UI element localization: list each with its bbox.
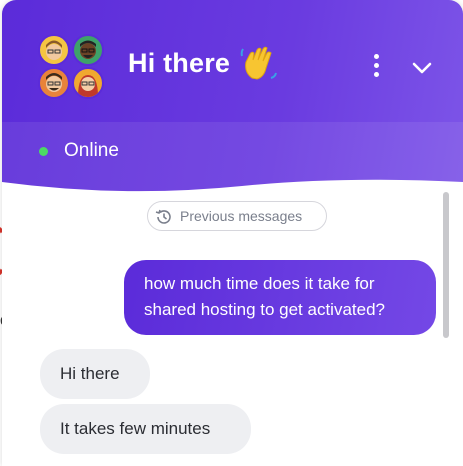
more-vertical-icon — [373, 54, 379, 59]
chat-widget: Hi there Online Previous messages how mu… — [2, 0, 463, 466]
online-status-dot — [39, 147, 48, 156]
previous-messages-label: Previous messages — [180, 208, 303, 224]
avatar — [72, 67, 104, 99]
chat-scrollbar[interactable] — [443, 192, 449, 338]
agent-message-bubble: It takes few minutes — [40, 404, 251, 454]
agent-message-bubble: Hi there — [40, 349, 150, 399]
history-icon — [155, 209, 171, 224]
previous-messages-button[interactable]: Previous messages — [147, 201, 327, 231]
online-status-label: Online — [64, 140, 119, 161]
more-options-button[interactable] — [364, 54, 388, 82]
avatar — [38, 67, 70, 99]
user-message-bubble: how much time does it take for shared ho… — [124, 260, 436, 335]
chevron-down-icon[interactable] — [408, 58, 436, 78]
header-top: Hi there — [2, 0, 463, 122]
avatar — [72, 34, 104, 66]
avatar — [38, 34, 70, 66]
chat-title: Hi there — [128, 48, 231, 78]
agent-avatars — [38, 34, 108, 100]
header-wave-divider — [2, 179, 463, 204]
waving-hand-icon — [240, 46, 277, 80]
